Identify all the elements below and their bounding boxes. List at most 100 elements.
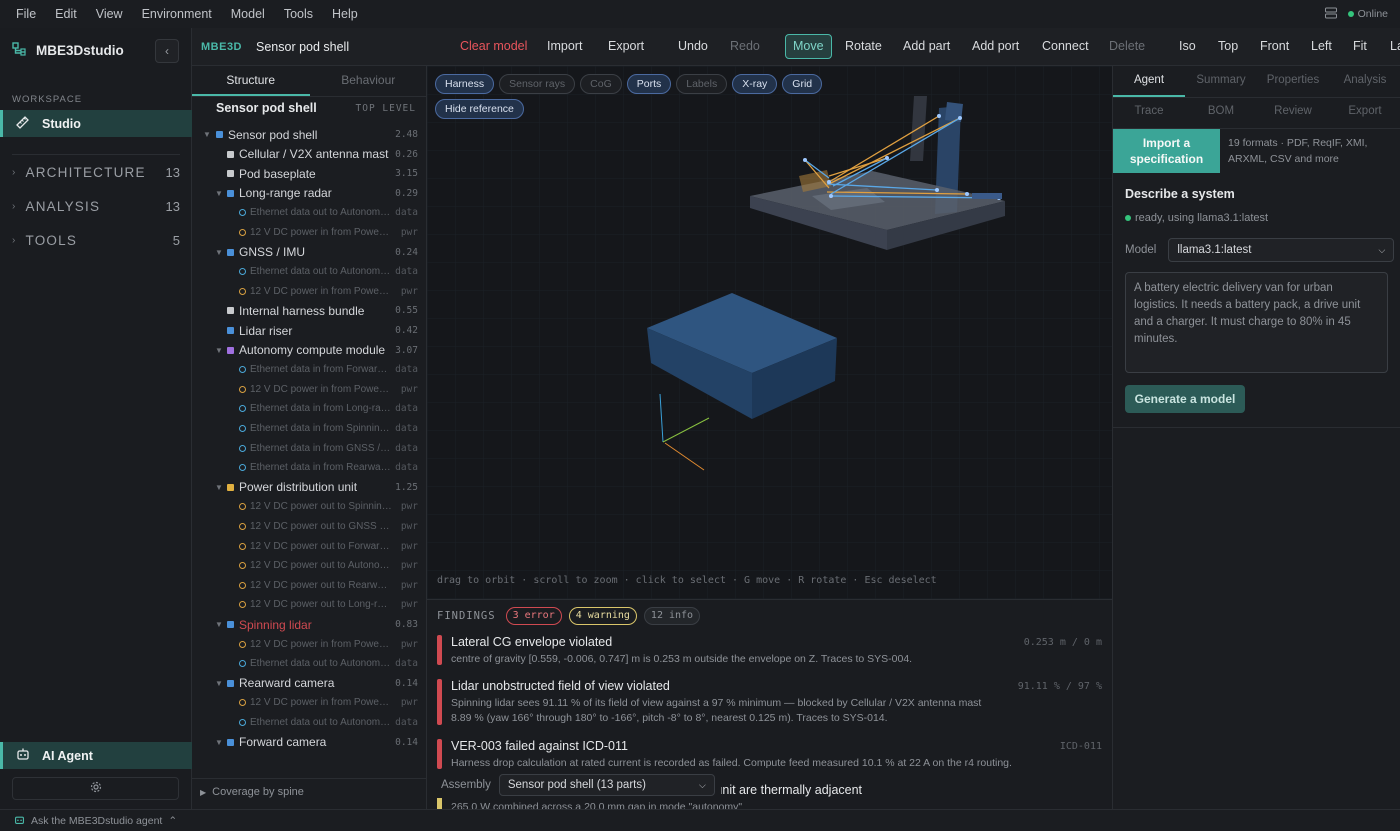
finding-item[interactable]: VER-003 failed against ICD-011 Harness d…	[437, 739, 1102, 771]
caret-down-icon[interactable]: ▼	[215, 346, 223, 355]
move-button[interactable]: Move	[785, 34, 832, 59]
sidebar-item-studio[interactable]: Studio	[0, 110, 192, 137]
forward-camera-part[interactable]	[972, 193, 1002, 199]
tab-analysis[interactable]: Analysis	[1329, 66, 1400, 97]
import-button[interactable]: Import	[547, 39, 582, 53]
fit-button[interactable]: Fit	[1353, 39, 1367, 53]
view-iso-button[interactable]: Iso	[1179, 39, 1196, 53]
caret-down-icon[interactable]: ▼	[215, 483, 223, 492]
toggle-cog[interactable]: CoG	[580, 74, 622, 94]
toggle-labels[interactable]: Labels	[676, 74, 728, 94]
caret-down-icon[interactable]: ▼	[215, 248, 223, 257]
tree-part-item[interactable]: ▼ GNSS / IMU 0.24	[192, 243, 418, 262]
tree-port-item[interactable]: 12 V DC power out to Autonomy compute mo…	[192, 556, 418, 575]
tree-port-item[interactable]: 12 V DC power out to Forward camera pwr	[192, 537, 418, 556]
warning-count-badge[interactable]: 4 warning	[568, 607, 637, 625]
assembly-select[interactable]: Sensor pod shell (13 parts) ⌵	[498, 774, 715, 796]
caret-down-icon[interactable]: ▼	[203, 130, 211, 139]
tab-agent[interactable]: Agent	[1113, 66, 1185, 97]
system-description-textarea[interactable]: A battery electric delivery van for urba…	[1125, 272, 1388, 373]
tree-port-item[interactable]: Ethernet data in from Rearward cameradat…	[192, 458, 418, 477]
delete-button[interactable]: Delete	[1109, 39, 1145, 53]
scene-canvas[interactable]	[427, 66, 1112, 599]
tree-port-item[interactable]: 12 V DC power in from Power distribution…	[192, 635, 418, 654]
toggle-ports[interactable]: Ports	[626, 74, 672, 94]
ask-agent-link[interactable]: Ask the MBE3Dstudio agent	[31, 815, 162, 827]
tab-structure[interactable]: Structure	[192, 66, 310, 96]
chevron-up-icon[interactable]: ⌃	[168, 815, 177, 827]
finding-item[interactable]: Lateral CG envelope violated centre of g…	[437, 635, 1102, 667]
tree-port-item[interactable]: 12 V DC power out to Rearward camera pwr	[192, 576, 418, 595]
tab-summary[interactable]: Summary	[1185, 66, 1257, 97]
view-left-button[interactable]: Left	[1311, 39, 1332, 53]
tab-export[interactable]: Export	[1329, 97, 1400, 128]
menu-help[interactable]: Help	[332, 7, 358, 21]
tab-properties[interactable]: Properties	[1257, 66, 1329, 97]
finding-item[interactable]: Lidar unobstructed field of view violate…	[437, 679, 1102, 727]
add-part-button[interactable]: Add part	[903, 39, 950, 53]
menu-model[interactable]: Model	[231, 7, 265, 21]
menu-edit[interactable]: Edit	[55, 7, 77, 21]
layers-icon[interactable]	[1324, 6, 1338, 23]
add-port-button[interactable]: Add port	[972, 39, 1019, 53]
tab-review[interactable]: Review	[1257, 97, 1329, 128]
caret-down-icon[interactable]: ▼	[215, 738, 223, 747]
generate-model-button[interactable]: Generate a model	[1125, 385, 1245, 413]
tree-port-item[interactable]: Ethernet data out to Autonomy compute mo…	[192, 654, 418, 673]
caret-down-icon[interactable]: ▼	[215, 620, 223, 629]
toggle-hide-reference[interactable]: Hide reference	[435, 99, 524, 119]
sidebar-section-architecture[interactable]: › ARCHITECTURE 13	[12, 161, 180, 183]
view-top-button[interactable]: Top	[1218, 39, 1238, 53]
collapse-sidebar-button[interactable]: ‹	[155, 39, 179, 63]
tree-port-item[interactable]: Ethernet data out to Autonomy compute mo…	[192, 203, 418, 222]
connect-button[interactable]: Connect	[1042, 39, 1089, 53]
tree-part-item[interactable]: ▼ Rearward camera 0.14	[192, 674, 418, 693]
tree-port-item[interactable]: Ethernet data in from Spinning lidar data	[192, 419, 418, 438]
tree-port-item[interactable]: Ethernet data in from Forward cameradata	[192, 360, 418, 379]
menu-file[interactable]: File	[16, 7, 36, 21]
error-count-badge[interactable]: 3 error	[505, 607, 562, 625]
tree-part-item[interactable]: Cellular / V2X antenna mast 0.26	[192, 145, 418, 164]
tree-part-item[interactable]: Internal harness bundle 0.55	[192, 301, 418, 320]
tree-port-item[interactable]: 12 V DC power out to Long-range radar pwr	[192, 595, 418, 614]
model-select[interactable]: llama3.1:latest ⌵	[1168, 238, 1395, 262]
tree-port-item[interactable]: 12 V DC power in from Power distribution…	[192, 693, 418, 712]
menu-view[interactable]: View	[96, 7, 123, 21]
view-front-button[interactable]: Front	[1260, 39, 1289, 53]
view-labels-button[interactable]: La	[1390, 39, 1400, 53]
tree-port-item[interactable]: 12 V DC power in from Power distribution…	[192, 223, 418, 242]
tab-bom[interactable]: BOM	[1185, 97, 1257, 128]
3d-viewport[interactable]: Harness Sensor rays CoG Ports Labels X-ray Gri…	[427, 66, 1112, 599]
tree-part-item[interactable]: ▼ Spinning lidar 0.83	[192, 615, 418, 634]
toggle-x-ray[interactable]: X-ray	[732, 74, 778, 94]
toggle-harness[interactable]: Harness	[435, 74, 495, 94]
caret-down-icon[interactable]: ▼	[215, 189, 223, 198]
import-specification-button[interactable]: Import a specification	[1113, 129, 1220, 173]
menu-environment[interactable]: Environment	[142, 7, 212, 21]
sidebar-section-tools[interactable]: › TOOLS 5	[12, 229, 180, 251]
tree-port-item[interactable]: 12 V DC power in from Power distribution…	[192, 380, 418, 399]
tree-port-item[interactable]: Ethernet data out to Autonomy compute mo…	[192, 262, 418, 281]
sidebar-item-ai-agent[interactable]: AI Agent	[0, 742, 192, 769]
tree-port-item[interactable]: Ethernet data in from GNSS / IMU data	[192, 439, 418, 458]
tree-port-item[interactable]: 12 V DC power in from Power distribution…	[192, 282, 418, 301]
export-button[interactable]: Export	[608, 39, 644, 53]
tree-part-item[interactable]: ▼ Autonomy compute module 3.07	[192, 341, 418, 360]
undo-button[interactable]: Undo	[678, 39, 708, 53]
info-count-badge[interactable]: 12 info	[643, 607, 701, 625]
redo-button[interactable]: Redo	[730, 39, 760, 53]
tab-trace[interactable]: Trace	[1113, 97, 1185, 128]
tree-port-item[interactable]: 12 V DC power out to GNSS / IMU pwr	[192, 517, 418, 536]
tree-part-item[interactable]: Pod baseplate 3.15	[192, 164, 418, 183]
tab-behaviour[interactable]: Behaviour	[310, 66, 428, 96]
tree-port-item[interactable]: 12 V DC power out to Spinning lidar pwr	[192, 497, 418, 516]
toggle-sensor-rays[interactable]: Sensor rays	[499, 74, 576, 94]
tree-part-item[interactable]: ▼ Sensor pod shell 2.48	[192, 125, 418, 144]
tree-part-item[interactable]: ▼ Long-range radar 0.29	[192, 184, 418, 203]
coverage-toggle[interactable]: ▶ Coverage by spine	[200, 786, 304, 798]
rotate-button[interactable]: Rotate	[845, 39, 882, 53]
settings-button[interactable]	[12, 777, 179, 800]
sidebar-section-analysis[interactable]: › ANALYSIS 13	[12, 195, 180, 217]
clear-model-button[interactable]: Clear model	[460, 39, 527, 53]
menu-tools[interactable]: Tools	[284, 7, 313, 21]
